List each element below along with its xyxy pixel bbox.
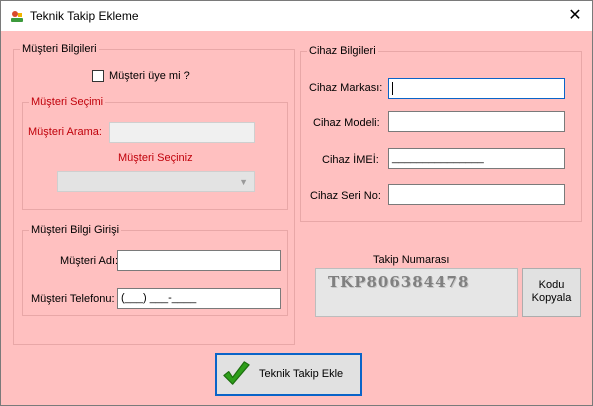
window-title: Teknik Takip Ekleme	[30, 9, 139, 23]
customer-entry-legend: Müşteri Bilgi Girişi	[29, 224, 122, 237]
title-bar: Teknik Takip Ekleme ✕	[1, 1, 592, 31]
customer-search-input[interactable]	[109, 122, 255, 143]
member-checkbox-label[interactable]: Müşteri üye mi ?	[109, 69, 190, 83]
copy-code-label-line2: Kopyala	[531, 292, 572, 304]
customer-name-label: Müşteri Adı:	[60, 255, 119, 267]
device-model-label: Cihaz Modeli:	[313, 117, 380, 129]
member-checkbox[interactable]	[92, 70, 104, 82]
device-info-legend: Cihaz Bilgileri	[307, 45, 378, 58]
customer-phone-label: Müşteri Telefonu:	[31, 293, 115, 305]
device-serial-input[interactable]	[388, 184, 565, 205]
checkmark-icon	[223, 361, 250, 385]
tracking-number-label: Takip Numarası	[373, 254, 450, 266]
text-caret	[392, 82, 393, 95]
device-imei-label: Cihaz İMEİ:	[322, 154, 379, 166]
device-brand-label: Cihaz Markası:	[309, 82, 383, 94]
device-imei-input[interactable]: _______________	[388, 148, 565, 169]
customer-select-dropdown[interactable]: ▼	[57, 171, 255, 192]
device-serial-label: Cihaz Seri No:	[310, 190, 381, 202]
customer-search-label: Müşteri Arama:	[28, 126, 102, 138]
customer-select-label: Müşteri Seçiniz	[118, 152, 193, 164]
device-model-input[interactable]	[388, 111, 565, 132]
device-brand-input[interactable]	[388, 78, 565, 99]
customer-name-input[interactable]	[117, 250, 281, 271]
app-icon	[11, 11, 23, 22]
copy-code-button[interactable]: Kodu Kopyala	[522, 268, 581, 317]
customer-phone-input[interactable]: (___) ___-____	[117, 288, 281, 309]
chevron-down-icon: ▼	[239, 177, 248, 187]
copy-code-label-line1: Kodu	[538, 279, 565, 291]
customer-selection-legend: Müşteri Seçimi	[29, 96, 106, 109]
tracking-number-box: TKP806384478	[315, 268, 518, 317]
dialog-window: Teknik Takip Ekleme ✕ Müşteri Bilgileri …	[0, 0, 593, 406]
tracking-number-value: TKP806384478	[328, 273, 470, 291]
add-tracking-label: Teknik Takip Ekle	[259, 368, 344, 380]
add-tracking-button[interactable]: Teknik Takip Ekle	[215, 353, 362, 396]
customer-info-legend: Müşteri Bilgileri	[20, 43, 99, 56]
close-button[interactable]: ✕	[558, 1, 592, 31]
